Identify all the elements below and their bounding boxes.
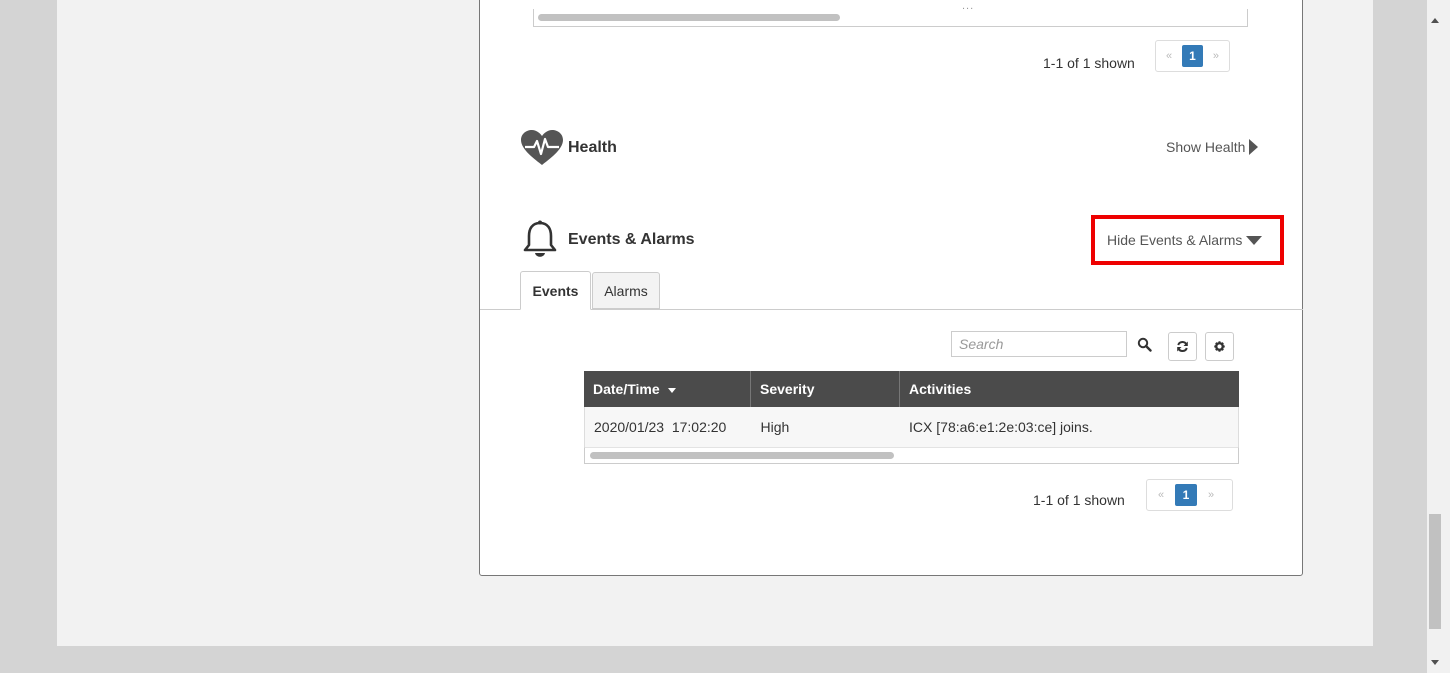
scroll-up-icon[interactable] xyxy=(1431,18,1439,23)
events-pager-summary: 1-1 of 1 shown xyxy=(1033,492,1125,508)
table-row[interactable]: 2020/01/23 17:02:20 High ICX [78:a6:e1:2… xyxy=(584,407,1239,447)
page-vertical-scrollbar[interactable] xyxy=(1427,0,1450,673)
show-health-toggle[interactable]: Show Health xyxy=(1166,139,1259,155)
events-pager-page[interactable]: 1 xyxy=(1175,484,1197,506)
events-pager-next[interactable]: » xyxy=(1197,480,1225,510)
gear-icon xyxy=(1214,341,1225,352)
heart-pulse-icon xyxy=(521,130,563,165)
caret-right-icon xyxy=(1249,139,1259,155)
search-input[interactable] xyxy=(951,331,1127,357)
column-header-severity[interactable]: Severity xyxy=(751,371,900,407)
events-pagination: « 1 » xyxy=(1146,479,1233,511)
column-header-datetime[interactable]: Date/Time xyxy=(584,371,751,407)
tabs-divider xyxy=(480,309,1303,310)
highlight-annotation-box xyxy=(1091,215,1284,265)
events-pager-prev[interactable]: « xyxy=(1147,480,1175,510)
events-alarms-title: Events & Alarms xyxy=(568,231,695,248)
top-pager-next[interactable]: » xyxy=(1203,41,1229,71)
scrollbar-thumb[interactable] xyxy=(1429,514,1441,629)
search-icon[interactable] xyxy=(1137,337,1152,352)
cell-datetime: 2020/01/23 17:02:20 xyxy=(594,419,727,435)
bell-icon xyxy=(523,220,557,257)
column-header-datetime-label: Date/Time xyxy=(593,381,660,397)
top-pagination: « 1 » xyxy=(1155,40,1230,72)
sort-desc-icon xyxy=(667,387,676,393)
events-table-header: Date/Time Severity Activities xyxy=(584,371,1239,407)
settings-button[interactable] xyxy=(1205,332,1234,361)
events-table: Date/Time Severity Activities 2020/01/23… xyxy=(584,371,1239,464)
refresh-icon xyxy=(1177,340,1188,353)
top-pager-summary: 1-1 of 1 shown xyxy=(1043,55,1135,71)
events-table-scroll-area xyxy=(584,447,1239,464)
top-table-cut-text: ... xyxy=(962,0,975,12)
tab-events[interactable]: Events xyxy=(520,271,591,310)
cell-activity: ICX [78:a6:e1:2e:03:ce] joins. xyxy=(909,419,1093,435)
refresh-button[interactable] xyxy=(1168,332,1197,361)
show-health-label: Show Health xyxy=(1166,139,1246,155)
top-pager-page[interactable]: 1 xyxy=(1182,45,1203,67)
top-table-horizontal-scrollbar[interactable] xyxy=(538,14,840,21)
events-table-horizontal-scrollbar[interactable] xyxy=(590,452,894,459)
scroll-down-icon[interactable] xyxy=(1431,660,1439,665)
cell-severity: High xyxy=(760,419,790,435)
top-pager-prev[interactable]: « xyxy=(1156,41,1182,71)
tab-alarms[interactable]: Alarms xyxy=(592,272,660,309)
health-title: Health xyxy=(568,139,617,156)
column-header-activities[interactable]: Activities xyxy=(900,371,1239,407)
top-table-scroll-area: ... xyxy=(533,0,1248,27)
